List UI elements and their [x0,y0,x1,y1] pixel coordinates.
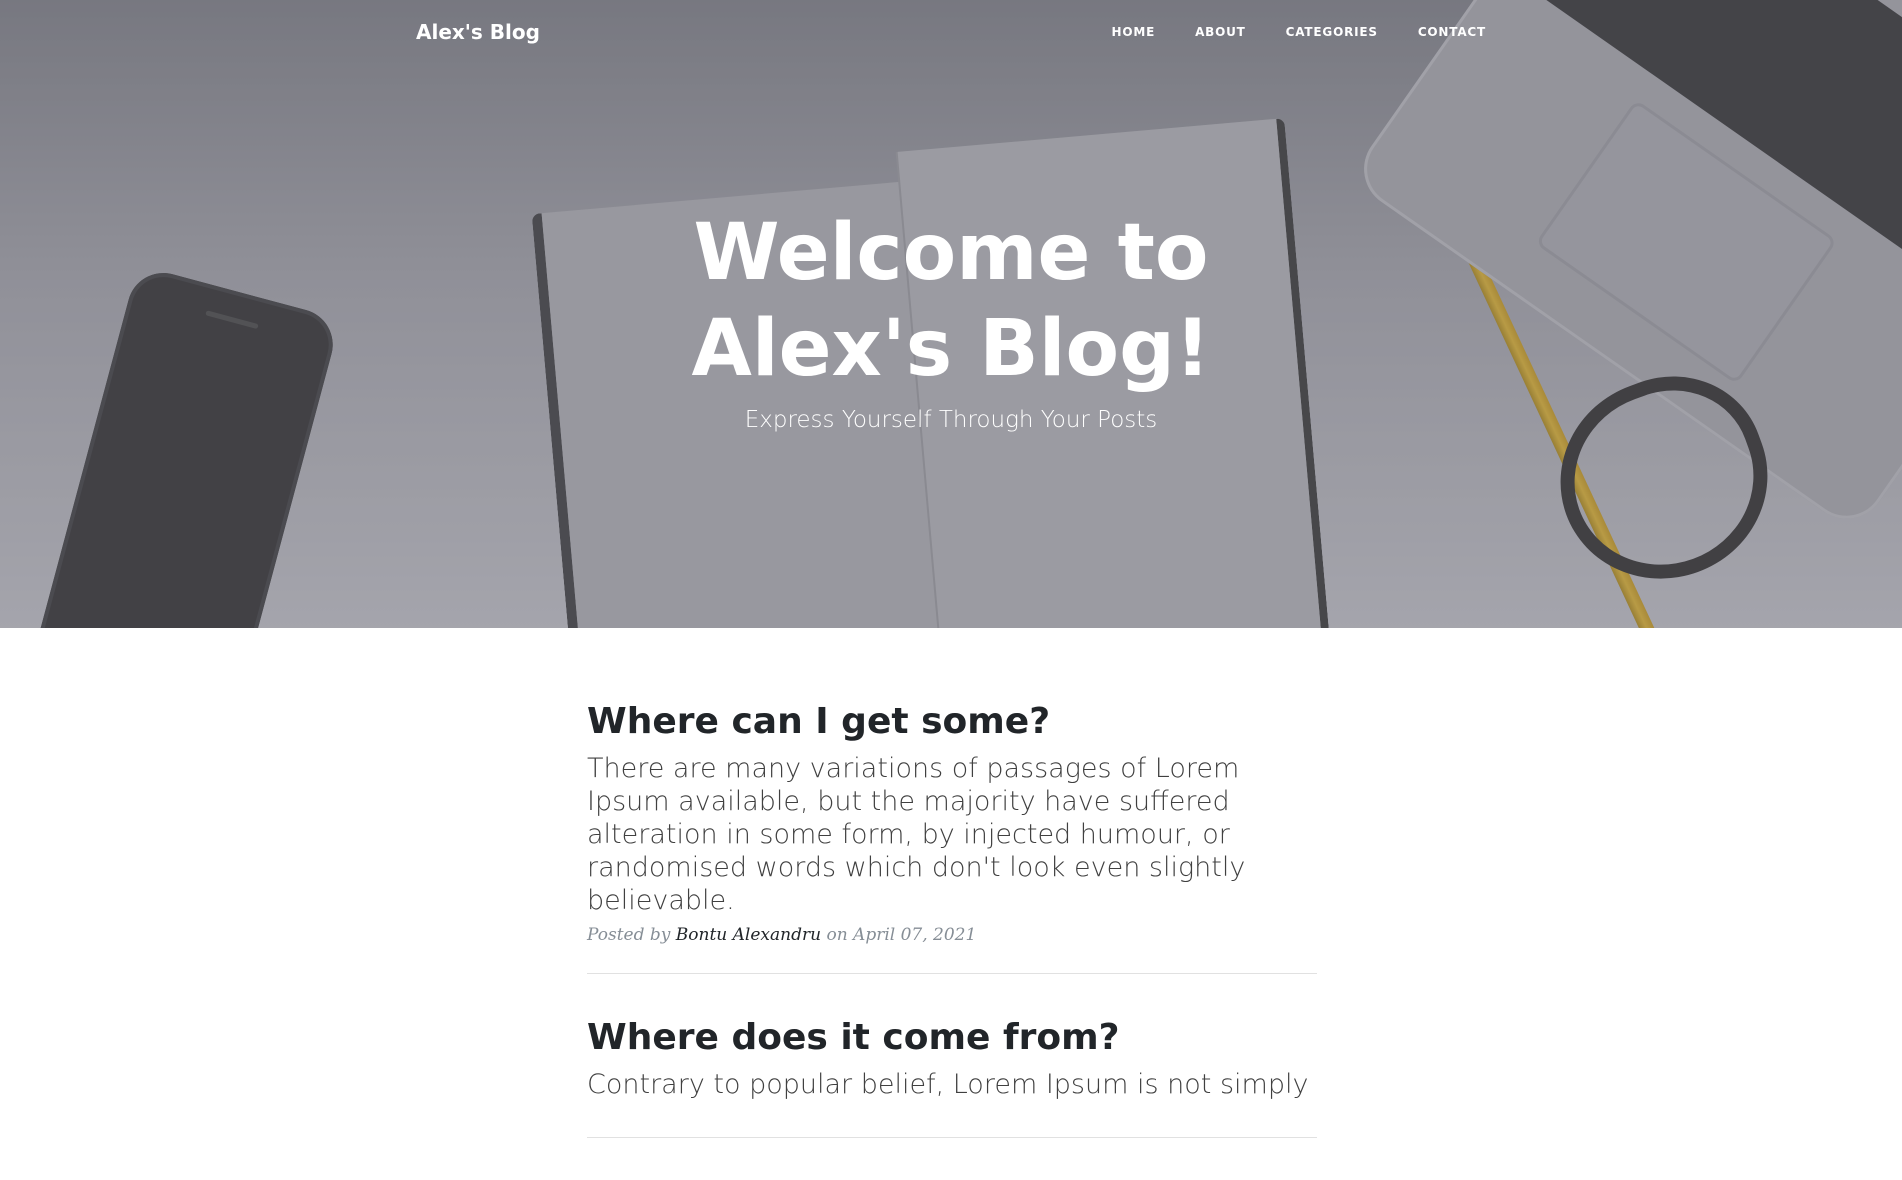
hero-header: Alex's Blog HOME ABOUT CATEGORIES CONTAC… [0,0,1902,628]
post-meta-prefix: Posted by [587,925,671,945]
post-meta: Posted by Bontu Alexandru on April 07, 2… [587,925,1317,945]
nav-home[interactable]: HOME [1112,25,1156,39]
nav-categories[interactable]: CATEGORIES [1286,25,1378,39]
post-list: Where can I get some? There are many var… [587,700,1317,1180]
hero-title: Welcome to Alex's Blog! [691,208,1211,394]
post-preview: Where can I get some? There are many var… [587,700,1317,974]
post-meta-on: on [826,925,848,945]
hero-subtitle: Express Yourself Through Your Posts [744,407,1158,433]
navbar: Alex's Blog HOME ABOUT CATEGORIES CONTAC… [0,0,1902,66]
hero-text: Welcome to Alex's Blog! Express Yourself… [0,205,1902,433]
post-preview: Where does it come from? Contrary to pop… [587,1016,1317,1138]
post-title-link[interactable]: Where can I get some? [587,700,1317,744]
brand-link[interactable]: Alex's Blog [416,20,540,44]
post-title-link[interactable]: Where does it come from? [587,1016,1317,1060]
nav-contact[interactable]: CONTACT [1418,25,1486,39]
nav-links: HOME ABOUT CATEGORIES CONTACT [1112,25,1487,39]
nav-about[interactable]: ABOUT [1195,25,1246,39]
post-excerpt[interactable]: Contrary to popular belief, Lorem Ipsum … [587,1068,1317,1101]
post-author-link[interactable]: Bontu Alexandru [676,925,821,945]
post-date: April 07, 2021 [853,925,977,945]
post-excerpt[interactable]: There are many variations of passages of… [587,752,1317,917]
